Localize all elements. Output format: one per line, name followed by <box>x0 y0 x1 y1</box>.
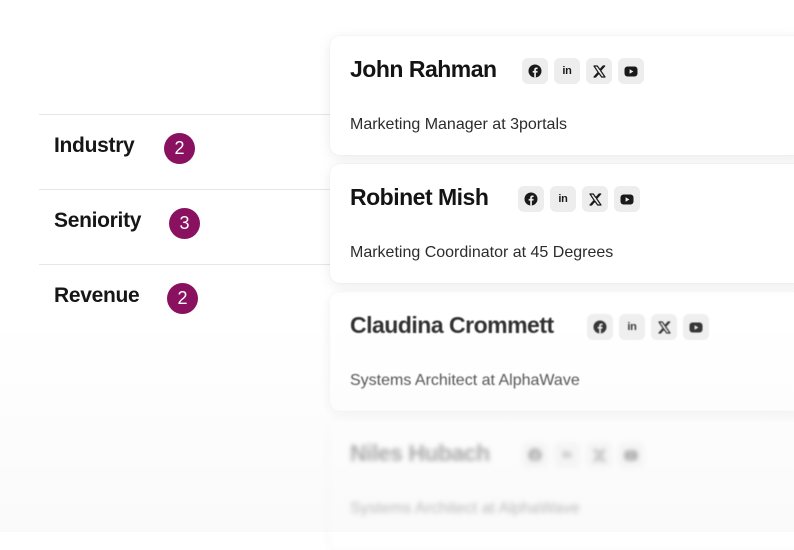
filter-label: Industry <box>54 134 135 157</box>
social-links: in <box>522 442 644 468</box>
social-links: in <box>518 186 640 212</box>
youtube-icon[interactable] <box>618 442 644 468</box>
x-icon[interactable] <box>582 186 608 212</box>
youtube-icon[interactable] <box>618 58 644 84</box>
x-icon[interactable] <box>586 58 612 84</box>
contact-job-title: Systems Architect at AlphaWave <box>350 372 580 389</box>
facebook-icon[interactable] <box>518 186 544 212</box>
filter-seniority[interactable]: Seniority 3 <box>39 189 359 264</box>
contact-card[interactable]: Robinet Mish in Marketing Coordinator at… <box>330 164 794 283</box>
linkedin-icon[interactable]: in <box>554 58 580 84</box>
contact-card[interactable]: Niles Hubach in Systems Architect at Alp… <box>330 420 794 550</box>
filter-count-badge: 2 <box>164 133 195 164</box>
social-links: in <box>587 314 709 340</box>
contact-card-list: John Rahman in Marketing Manager at 3por… <box>330 0 794 550</box>
contact-name: Claudina Crommett <box>350 312 554 338</box>
filter-label: Revenue <box>54 284 140 307</box>
filter-count-badge: 3 <box>169 208 200 239</box>
contact-job-title: Systems Architect at AlphaWave <box>350 500 580 517</box>
x-icon[interactable] <box>651 314 677 340</box>
filter-industry[interactable]: Industry 2 <box>39 114 359 189</box>
facebook-icon[interactable] <box>587 314 613 340</box>
filter-list: Industry 2 Seniority 3 Revenue 2 <box>39 114 359 324</box>
contact-card[interactable]: Claudina Crommett in Systems Architect a… <box>330 292 794 411</box>
contact-name: Niles Hubach <box>350 440 490 466</box>
contact-card[interactable]: John Rahman in Marketing Manager at 3por… <box>330 36 794 155</box>
youtube-icon[interactable] <box>683 314 709 340</box>
contact-job-title: Marketing Manager at 3portals <box>350 116 567 133</box>
filter-count-badge: 2 <box>167 283 198 314</box>
contact-job-title: Marketing Coordinator at 45 Degrees <box>350 244 614 261</box>
x-icon[interactable] <box>586 442 612 468</box>
filter-revenue[interactable]: Revenue 2 <box>39 264 359 324</box>
social-links: in <box>522 58 644 84</box>
linkedin-icon[interactable]: in <box>550 186 576 212</box>
linkedin-icon[interactable]: in <box>554 442 580 468</box>
filter-label: Seniority <box>54 209 142 232</box>
facebook-icon[interactable] <box>522 442 548 468</box>
linkedin-icon[interactable]: in <box>619 314 645 340</box>
contact-name: John Rahman <box>350 56 497 82</box>
contact-name: Robinet Mish <box>350 184 489 210</box>
facebook-icon[interactable] <box>522 58 548 84</box>
youtube-icon[interactable] <box>614 186 640 212</box>
